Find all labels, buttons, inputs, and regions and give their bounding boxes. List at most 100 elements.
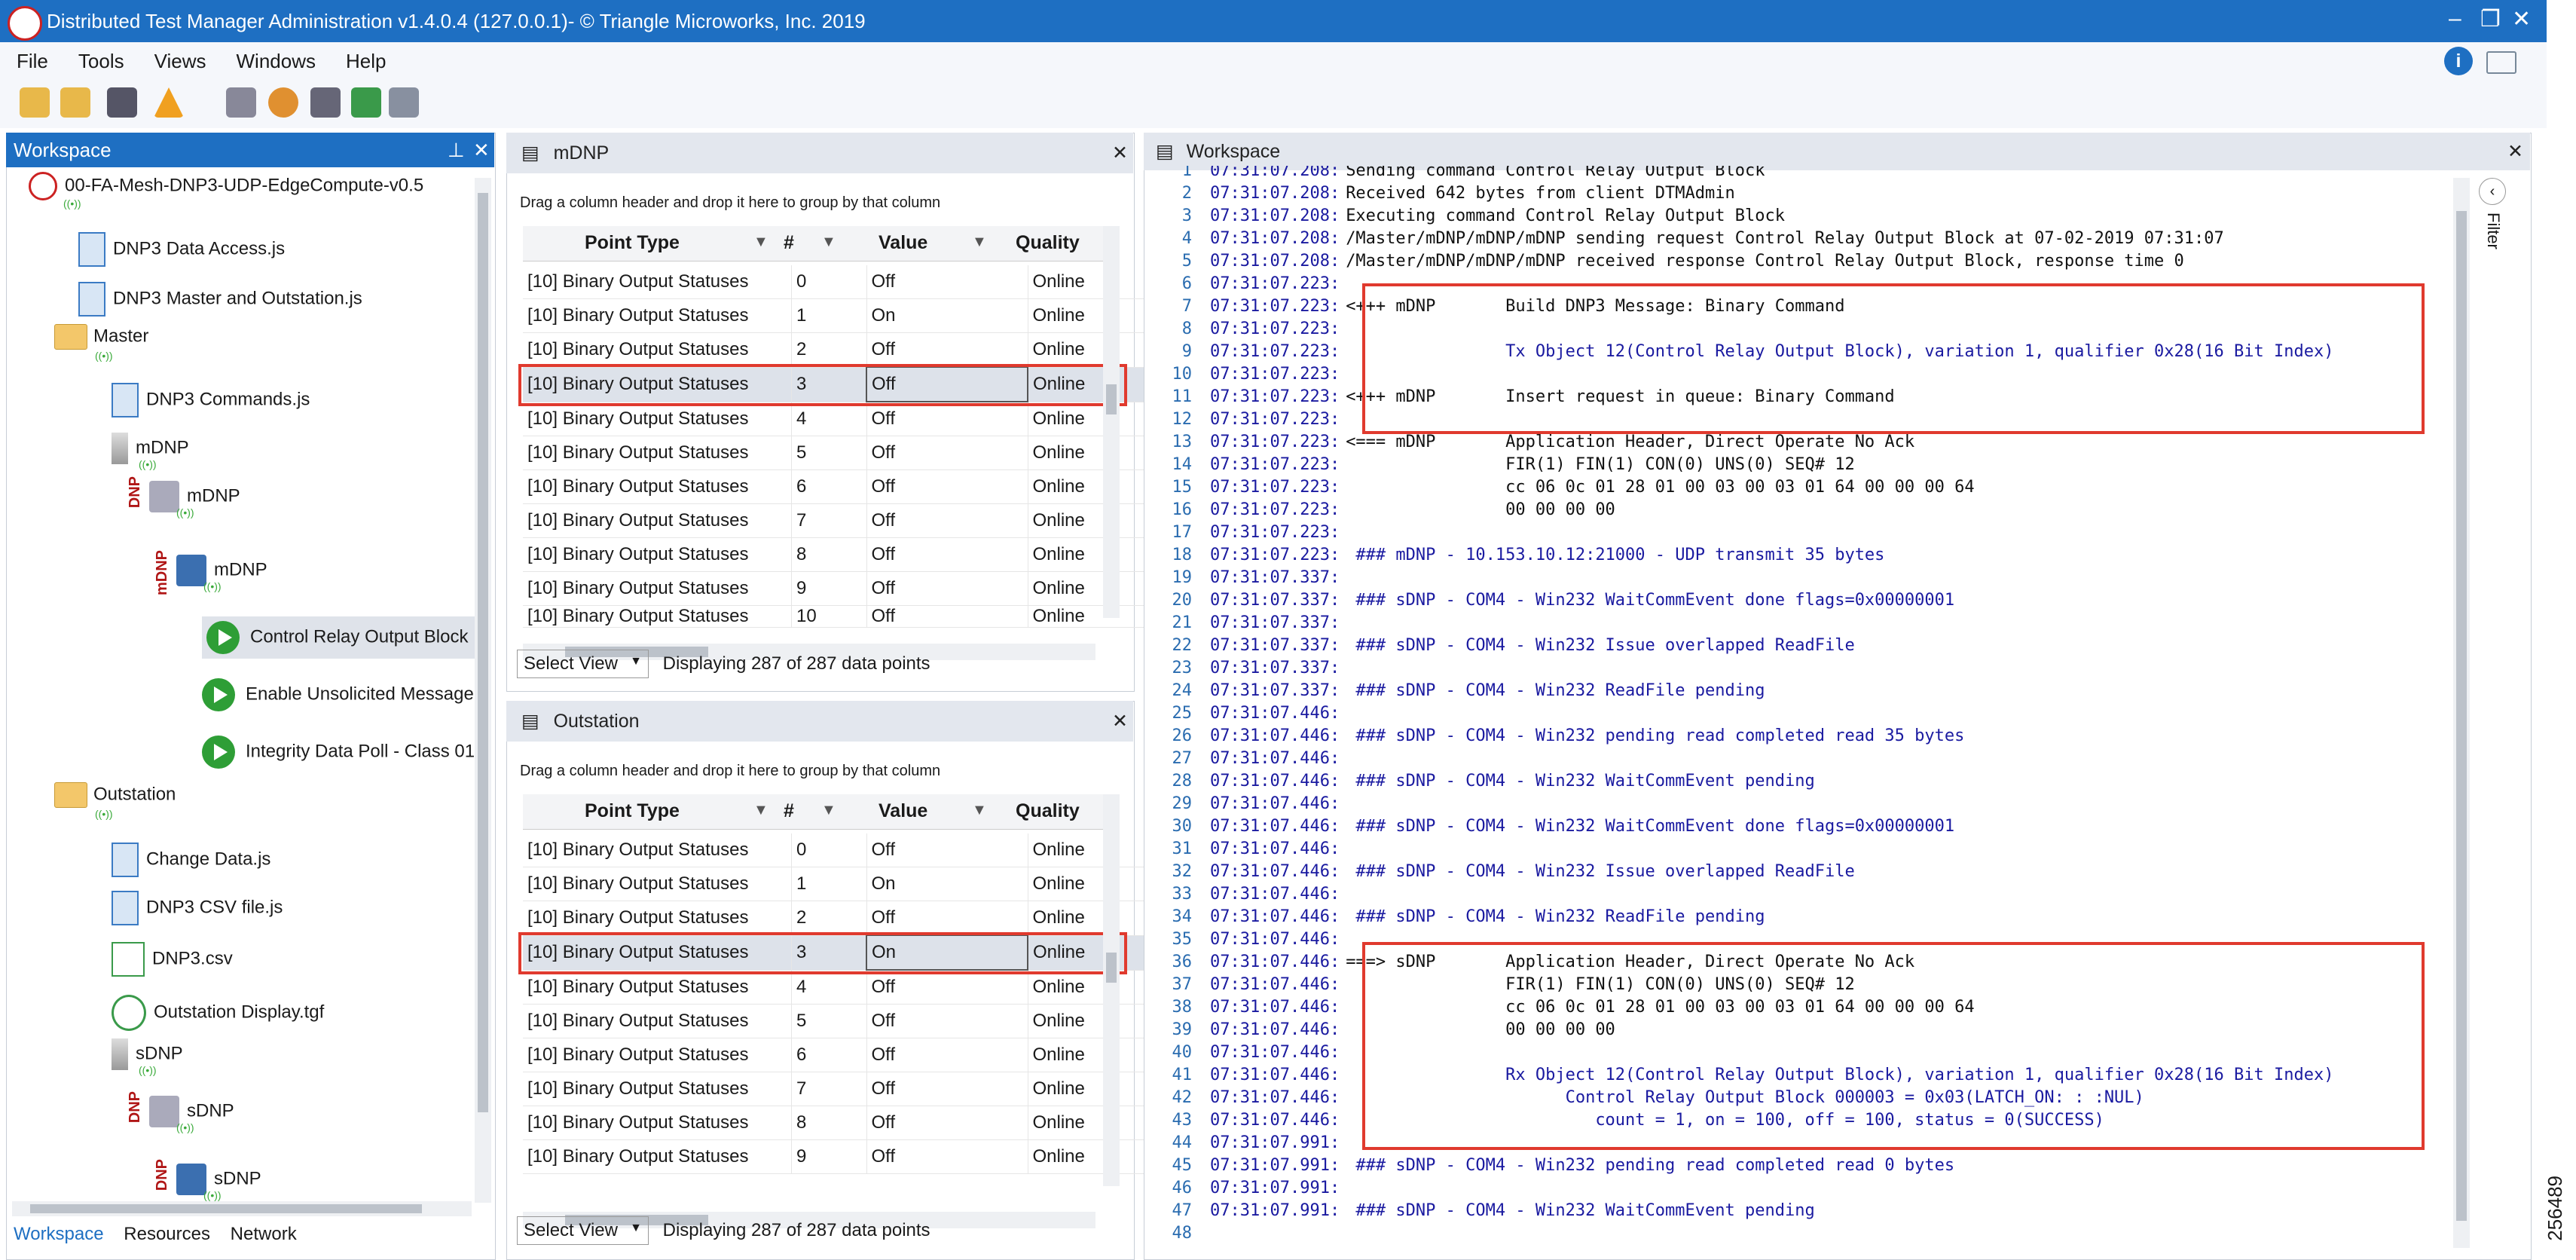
log-scroll-thumb[interactable] — [2456, 211, 2467, 1221]
table-cell[interactable]: Online — [1028, 436, 1159, 470]
table-cell[interactable]: [10] Binary Output Statuses — [523, 537, 792, 572]
tree-item[interactable]: DNP sDNP ((•)) — [127, 1091, 234, 1133]
tree-item[interactable]: DNP mDNP ((•)) — [127, 476, 240, 518]
table-cell[interactable]: Off — [866, 1004, 1028, 1038]
grid-scroll-thumb[interactable] — [1106, 953, 1117, 983]
table-cell[interactable]: [10] Binary Output Statuses — [523, 605, 792, 628]
table-cell[interactable]: Online — [1028, 605, 1159, 628]
table-cell[interactable]: [10] Binary Output Statuses — [523, 1004, 792, 1038]
table-cell[interactable]: 8 — [791, 537, 867, 572]
outstation-close-icon[interactable]: ✕ — [1112, 701, 1128, 742]
pin-icon[interactable]: ⊥ — [448, 133, 465, 167]
open-folder-icon[interactable] — [20, 87, 50, 118]
tree-item[interactable]: DNP3 CSV file.js — [112, 891, 283, 925]
table-cell[interactable]: Off — [866, 605, 1028, 628]
filter-icon[interactable]: ▼ — [972, 802, 987, 819]
mdnp-close-icon[interactable]: ✕ — [1112, 133, 1128, 173]
tree-item[interactable]: Control Relay Output Block — [202, 616, 476, 659]
menu-help[interactable]: Help — [346, 50, 386, 73]
tree-hscroll-thumb[interactable] — [30, 1204, 422, 1213]
table-cell[interactable]: [10] Binary Output Statuses — [523, 833, 792, 867]
table-cell[interactable]: Off — [866, 901, 1028, 936]
tree-item[interactable]: Integrity Data Poll - Class 01 — [202, 736, 475, 769]
filter-icon[interactable]: ▼ — [753, 802, 769, 819]
table-cell[interactable]: Online — [1028, 867, 1159, 901]
table-cell[interactable]: Online — [1028, 571, 1159, 606]
minimize-icon[interactable]: – — [2449, 6, 2461, 32]
table-cell[interactable]: [10] Binary Output Statuses — [523, 265, 792, 299]
table-cell[interactable]: Online — [1028, 1004, 1159, 1038]
grid-scrollbar[interactable] — [1103, 794, 1120, 1186]
table-cell[interactable]: 8 — [791, 1106, 867, 1140]
table-cell[interactable]: Online — [1028, 265, 1159, 299]
tab-workspace[interactable]: Workspace — [14, 1224, 104, 1244]
table-cell[interactable]: Online — [1028, 469, 1159, 504]
tree-item[interactable]: Master ((•)) — [54, 324, 148, 362]
table-cell[interactable]: Online — [1028, 970, 1159, 1005]
table-row[interactable]: [10] Binary Output Statuses 5 Off Online — [523, 436, 1159, 470]
table-row[interactable]: [10] Binary Output Statuses 4 Off Online — [523, 402, 1159, 436]
open-file-icon[interactable] — [60, 87, 90, 118]
filter-collapse-icon[interactable]: ‹ — [2479, 178, 2506, 205]
table-cell[interactable]: 5 — [791, 1004, 867, 1038]
log-close-icon[interactable]: ✕ — [2507, 133, 2523, 170]
table-cell[interactable]: [10] Binary Output Statuses — [523, 901, 792, 936]
tools-icon[interactable] — [389, 87, 419, 118]
table-cell[interactable]: [10] Binary Output Statuses — [523, 1106, 792, 1140]
table-cell[interactable]: Online — [1028, 833, 1159, 867]
table-cell[interactable]: [10] Binary Output Statuses — [523, 1038, 792, 1072]
filter-icon[interactable]: ▼ — [753, 234, 769, 251]
table-cell[interactable]: Online — [1028, 537, 1159, 572]
tree-item[interactable]: DNP sDNP ((•)) — [154, 1159, 261, 1201]
tree-item[interactable]: DNP3 Data Access.js — [78, 232, 285, 267]
tree-item[interactable]: DNP3.csv — [112, 942, 233, 977]
tree-item[interactable]: DNP3 Commands.js — [112, 383, 310, 417]
table-cell[interactable]: Online — [1028, 402, 1159, 436]
table-cell[interactable]: On — [866, 298, 1028, 333]
table-row[interactable]: [10] Binary Output Statuses 4 Off Online — [523, 970, 1159, 1005]
tree-item[interactable]: Change Data.js — [112, 843, 270, 877]
table-cell[interactable]: Online — [1028, 298, 1159, 333]
tab-resources[interactable]: Resources — [124, 1224, 210, 1244]
table-row[interactable]: [10] Binary Output Statuses 10 Off Online — [523, 605, 1159, 628]
table-row[interactable]: [10] Binary Output Statuses 5 Off Online — [523, 1004, 1159, 1038]
table-cell[interactable]: 4 — [791, 970, 867, 1005]
restore-icon[interactable]: ❐ — [2480, 6, 2501, 32]
save-icon[interactable] — [107, 87, 137, 118]
column-header[interactable]: # — [784, 232, 794, 254]
table-cell[interactable]: 1 — [791, 298, 867, 333]
tree-item[interactable]: 00-FA-Mesh-DNP3-UDP-EdgeCompute-v0.5 ((•)… — [29, 172, 423, 209]
select-view-dropdown[interactable]: Select View ▼ — [517, 1216, 649, 1245]
menu-file[interactable]: File — [17, 50, 48, 73]
table-cell[interactable]: [10] Binary Output Statuses — [523, 332, 792, 368]
table-row[interactable]: [10] Binary Output Statuses 0 Off Online — [523, 833, 1159, 867]
grid-scrollbar[interactable] — [1103, 226, 1120, 618]
table-cell[interactable]: [10] Binary Output Statuses — [523, 298, 792, 333]
table-cell[interactable]: Online — [1028, 503, 1159, 538]
table-cell[interactable]: 7 — [791, 503, 867, 538]
panel-close-icon[interactable]: ✕ — [473, 133, 490, 167]
table-cell[interactable]: Online — [1028, 1038, 1159, 1072]
filter-side-tab[interactable]: ‹ Filter — [2479, 178, 2516, 283]
table-cell[interactable]: Online — [1028, 901, 1159, 936]
table-row[interactable]: [10] Binary Output Statuses 1 On Online — [523, 867, 1159, 901]
table-row[interactable]: [10] Binary Output Statuses 6 Off Online — [523, 1038, 1159, 1072]
tree-item[interactable]: Outstation ((•)) — [54, 782, 176, 820]
table-cell[interactable]: 9 — [791, 1139, 867, 1174]
menu-views[interactable]: Views — [154, 50, 206, 73]
table-cell[interactable]: 6 — [791, 469, 867, 504]
table-cell[interactable]: Off — [866, 1038, 1028, 1072]
table-cell[interactable]: Off — [866, 571, 1028, 606]
table-cell[interactable]: [10] Binary Output Statuses — [523, 469, 792, 504]
column-header[interactable]: Value — [879, 232, 927, 254]
column-header[interactable]: # — [784, 800, 794, 822]
table-row[interactable]: [10] Binary Output Statuses 9 Off Online — [523, 1139, 1159, 1174]
filter-icon[interactable]: ▼ — [972, 234, 987, 251]
table-cell[interactable]: 9 — [791, 571, 867, 606]
table-cell[interactable]: Online — [1028, 1106, 1159, 1140]
table-cell[interactable]: [10] Binary Output Statuses — [523, 503, 792, 538]
export-icon[interactable] — [351, 87, 381, 118]
table-row[interactable]: [10] Binary Output Statuses 8 Off Online — [523, 1106, 1159, 1140]
display-icon[interactable] — [310, 87, 341, 118]
select-view-dropdown[interactable]: Select View ▼ — [517, 650, 649, 678]
